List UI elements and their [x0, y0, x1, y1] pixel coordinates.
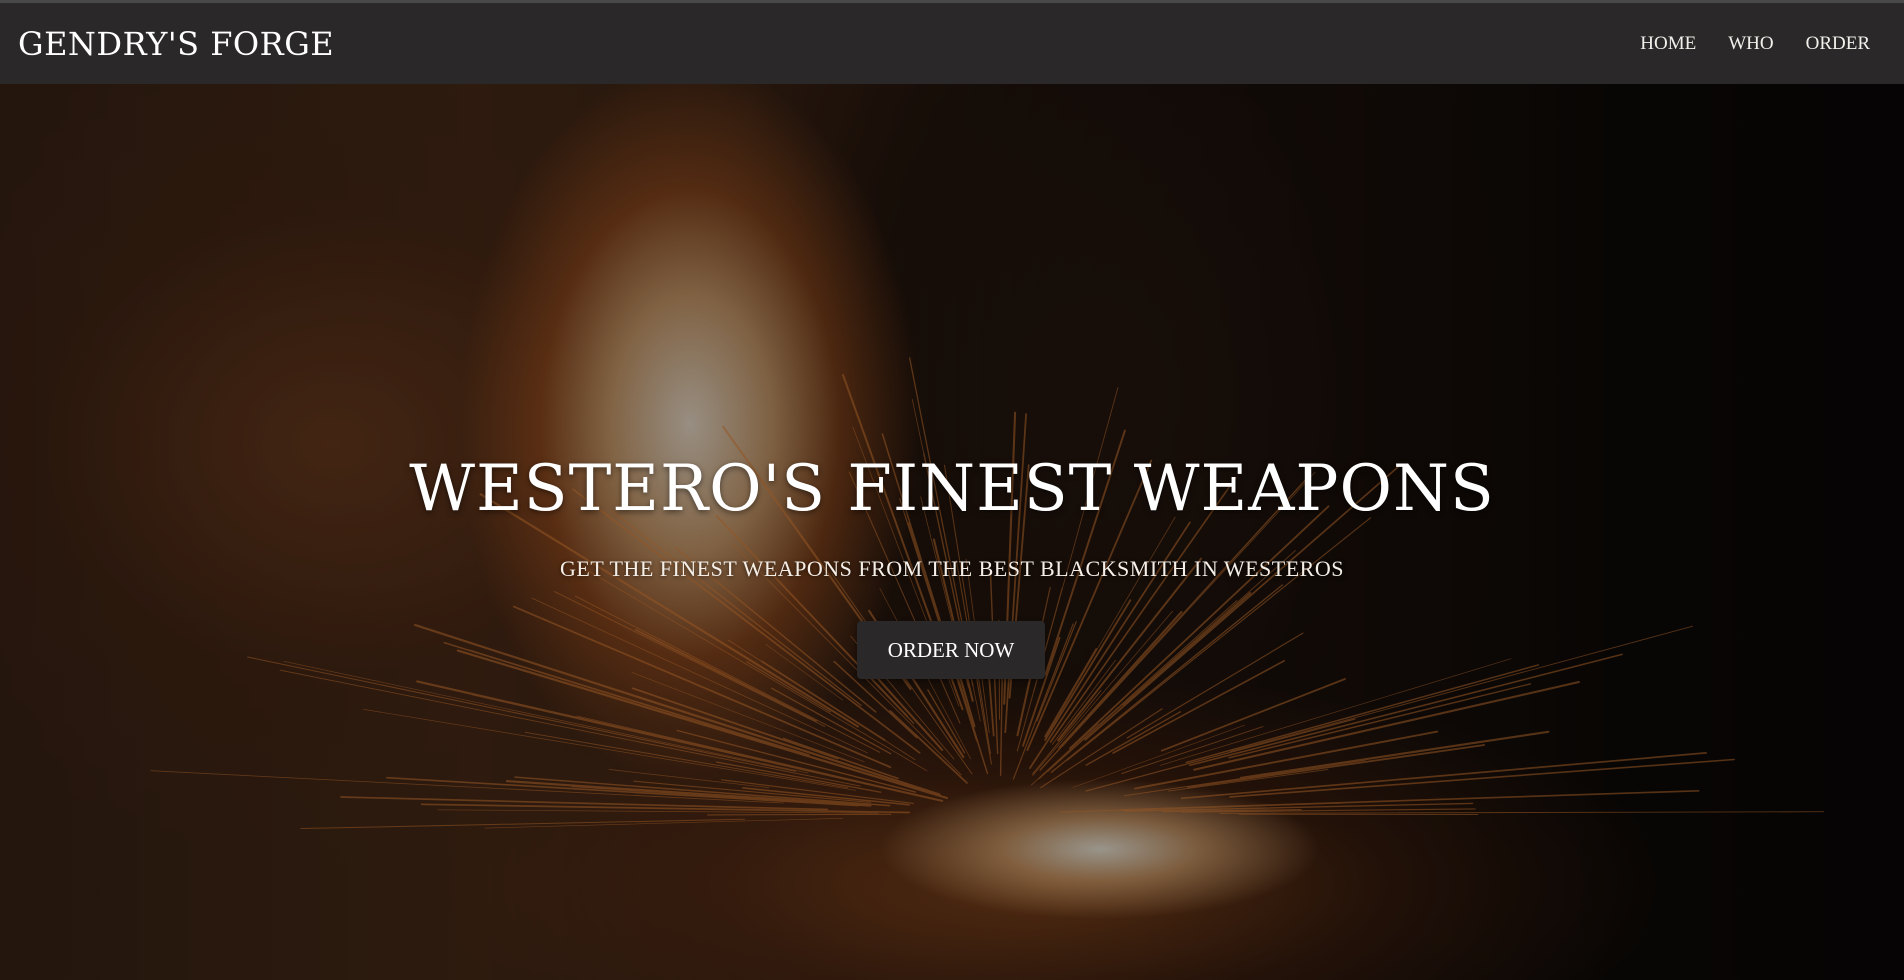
order-now-button[interactable]: Order Now — [857, 621, 1045, 679]
hero-section: Westero's Finest Weapons Get the finest … — [0, 84, 1904, 980]
hero-subtitle: Get the finest weapons from the best bla… — [560, 556, 1344, 581]
nav-link-who[interactable]: Who — [1728, 33, 1773, 55]
hero-content: Westero's Finest Weapons Get the finest … — [0, 84, 1904, 980]
nav-link-home[interactable]: Home — [1640, 33, 1696, 55]
brand-logo[interactable]: Gendry's Forge — [18, 25, 334, 63]
nav-links: Home Who Order — [1640, 33, 1870, 55]
navbar: Gendry's Forge Home Who Order — [0, 3, 1904, 84]
nav-link-order[interactable]: Order — [1806, 33, 1870, 55]
hero-title: Westero's Finest Weapons — [409, 452, 1495, 526]
